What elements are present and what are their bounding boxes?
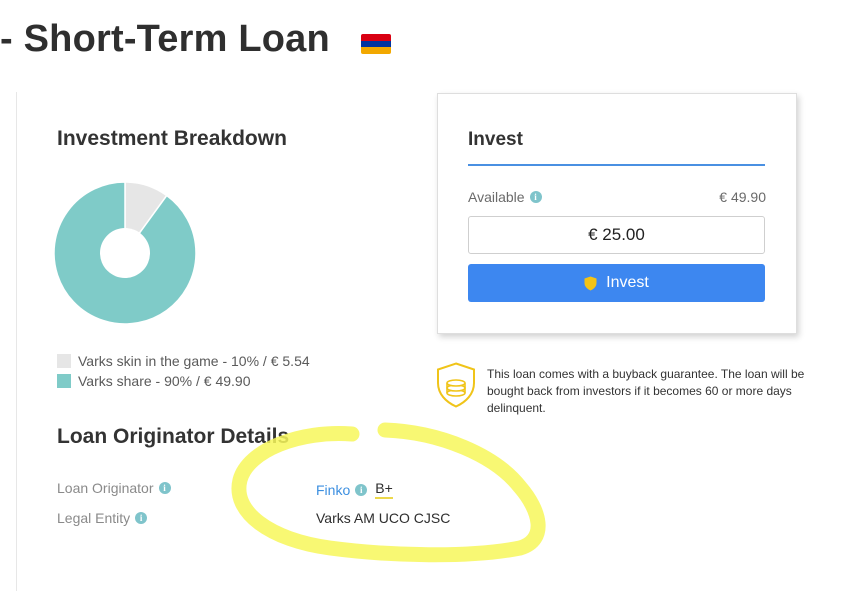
shield-icon [584, 276, 597, 290]
pie-center-hole [100, 228, 150, 278]
invest-button[interactable]: Invest [468, 264, 765, 302]
legal-entity-label: Legal Entity i [57, 510, 148, 526]
loan-originator-label-text: Loan Originator [57, 480, 154, 496]
info-icon[interactable]: i [158, 482, 171, 494]
invest-card-rule [468, 164, 765, 166]
info-icon[interactable]: i [529, 191, 542, 203]
legend-item-skin: Varks skin in the game - 10% / € 5.54 [57, 353, 310, 369]
buyback-guarantee-text: This loan comes with a buyback guarantee… [487, 367, 805, 415]
buyback-shield-coins-icon [437, 362, 475, 408]
rating-badge: B+ [375, 480, 393, 499]
available-label: Available i [468, 189, 542, 205]
legal-entity-label-text: Legal Entity [57, 510, 131, 526]
available-value: € 49.90 [719, 189, 766, 205]
armenia-flag-icon [361, 34, 391, 54]
invest-button-label: Invest [606, 274, 649, 291]
page-title: - Short-Term Loan [0, 18, 330, 60]
investment-breakdown-pie-chart [54, 182, 196, 324]
legend-swatch-grey [57, 354, 71, 368]
legend-swatch-teal [57, 374, 71, 388]
info-icon[interactable]: i [355, 483, 368, 496]
available-label-text: Available [468, 189, 525, 205]
invest-amount-input[interactable]: € 25.00 [468, 216, 765, 254]
invest-card-title: Invest [468, 129, 523, 150]
flag-stripe-blue [361, 40, 391, 48]
originator-link[interactable]: Finko [316, 482, 350, 498]
legend-label-skin: Varks skin in the game - 10% / € 5.54 [78, 353, 310, 369]
flag-stripe-red [361, 34, 391, 41]
loan-originator-details-title: Loan Originator Details [57, 425, 290, 448]
flag-stripe-orange [361, 47, 391, 54]
investment-breakdown-title: Investment Breakdown [57, 127, 287, 150]
loan-originator-label: Loan Originator i [57, 480, 171, 496]
content-divider [16, 92, 17, 591]
loan-originator-value: Finko i B+ [316, 480, 393, 499]
invest-card: Invest Available i € 49.90 € 25.00 Inves… [437, 93, 797, 334]
legend-item-share: Varks share - 90% / € 49.90 [57, 373, 251, 389]
legend-label-share: Varks share - 90% / € 49.90 [78, 373, 251, 389]
info-icon[interactable]: i [135, 512, 148, 524]
legal-entity-value: Varks AM UCO CJSC [316, 510, 451, 526]
